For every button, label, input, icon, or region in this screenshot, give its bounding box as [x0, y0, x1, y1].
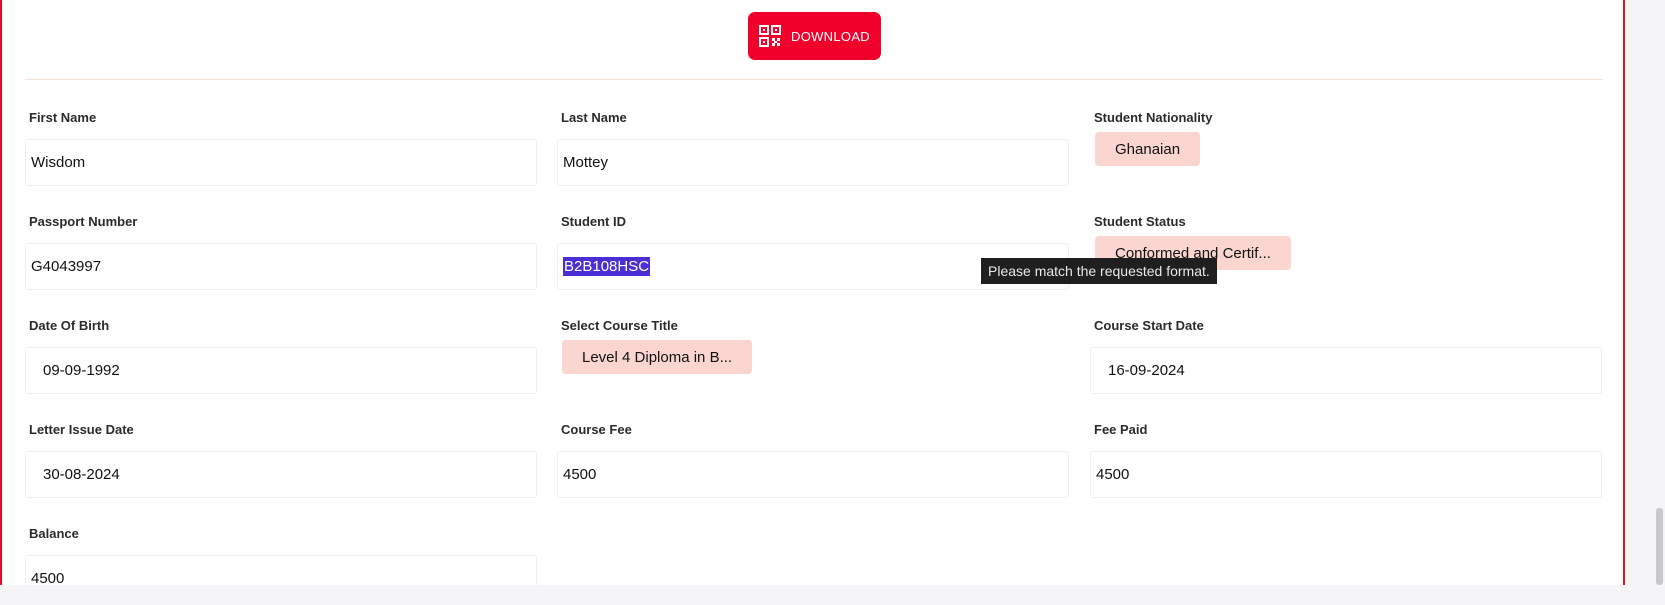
balance-label: Balance	[29, 526, 79, 541]
course-start-input[interactable]: 16-09-2024	[1090, 347, 1602, 394]
student-id-selected-text: B2B108HSC	[563, 257, 651, 276]
last-name-label: Last Name	[561, 110, 627, 125]
passport-label: Passport Number	[29, 214, 138, 229]
scrollbar-thumb[interactable]	[1656, 508, 1663, 585]
download-label: DOWNLOAD	[791, 28, 870, 44]
letter-issue-label: Letter Issue Date	[29, 422, 134, 437]
dob-label: Date Of Birth	[29, 318, 110, 333]
fee-paid-group: Fee Paid 4500	[1090, 421, 1602, 498]
letter-issue-input[interactable]: 30-08-2024	[25, 451, 537, 498]
course-title-label: Select Course Title	[561, 318, 678, 333]
balance-input[interactable]: 4500	[25, 555, 537, 585]
passport-input[interactable]: G4043997	[25, 243, 537, 290]
course-start-label: Course Start Date	[1094, 318, 1204, 333]
validation-tooltip: Please match the requested format.	[981, 258, 1217, 284]
nationality-chip[interactable]: Ghanaian	[1095, 132, 1201, 166]
last-name-group: Last Name Mottey	[557, 109, 1069, 186]
balance-group: Balance 4500	[25, 525, 537, 585]
course-title-group: Select Course Title Level 4 Diploma in B…	[557, 317, 1069, 374]
course-fee-input[interactable]: 4500	[557, 451, 1069, 498]
fee-paid-input[interactable]: 4500	[1090, 451, 1602, 498]
first-name-group: First Name Wisdom	[25, 109, 537, 186]
student-status-label: Student Status	[1094, 214, 1186, 229]
nationality-group: Student Nationality Ghanaian	[1090, 109, 1602, 166]
fee-paid-label: Fee Paid	[1094, 422, 1148, 437]
page-bottom-strip	[0, 585, 1665, 605]
scrollbar-track[interactable]	[1653, 0, 1665, 585]
first-name-label: First Name	[29, 110, 97, 125]
first-name-input[interactable]: Wisdom	[25, 139, 537, 186]
course-fee-group: Course Fee 4500	[557, 421, 1069, 498]
course-fee-label: Course Fee	[561, 422, 632, 437]
header-divider	[25, 79, 1603, 80]
download-button[interactable]: DOWNLOAD	[748, 12, 881, 60]
last-name-input[interactable]: Mottey	[557, 139, 1069, 186]
course-start-group: Course Start Date 16-09-2024	[1090, 317, 1602, 394]
student-id-label: Student ID	[561, 214, 626, 229]
qr-code-icon	[759, 25, 782, 47]
letter-issue-group: Letter Issue Date 30-08-2024	[25, 421, 537, 498]
passport-group: Passport Number G4043997	[25, 213, 537, 290]
dob-input[interactable]: 09-09-1992	[25, 347, 537, 394]
nationality-label: Student Nationality	[1094, 110, 1213, 125]
course-title-chip[interactable]: Level 4 Diploma in B...	[562, 340, 753, 374]
dob-group: Date Of Birth 09-09-1992	[25, 317, 537, 394]
